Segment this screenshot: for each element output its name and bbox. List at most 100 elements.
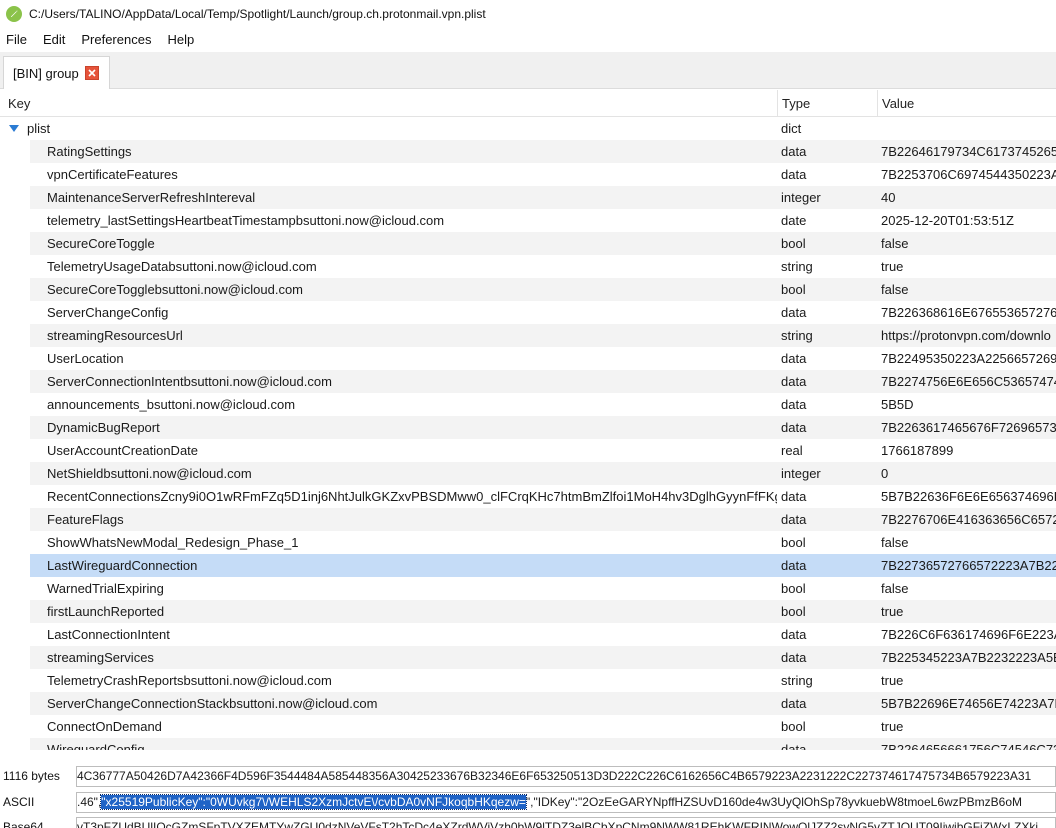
row-type: data	[781, 489, 807, 504]
table-row[interactable]: ConnectOnDemand bool true	[0, 715, 1056, 738]
row-key: RatingSettings	[47, 144, 132, 159]
row-value: 2025-12-20T01:53:51Z	[881, 213, 1014, 228]
menu-edit[interactable]: Edit	[43, 32, 65, 47]
table-row[interactable]: UserLocation data 7B22495350223A2256657269…	[0, 347, 1056, 370]
row-key: firstLaunchReported	[47, 604, 165, 619]
row-key: LastConnectionIntent	[47, 627, 170, 642]
root-key: plist	[27, 121, 51, 136]
base64-label: Base64	[3, 820, 44, 828]
row-type: data	[781, 512, 807, 527]
row-value: true	[881, 259, 904, 274]
table-row[interactable]: UserAccountCreationDate real 1766187899	[0, 439, 1056, 462]
row-value: true	[881, 719, 904, 734]
row-key: WarnedTrialExpiring	[47, 581, 164, 596]
table-row[interactable]: RatingSettings data 7B22646179734C61737452…	[0, 140, 1056, 163]
table-row[interactable]: SecureCoreToggle bool false	[0, 232, 1056, 255]
row-type: data	[781, 742, 807, 750]
table-row[interactable]: LastWireguardConnection data 7B22736572766…	[0, 554, 1056, 577]
table-row[interactable]: ServerChangeConfig data 7B226368616E676553…	[0, 301, 1056, 324]
table-row[interactable]: DynamicBugReport data 7B2263617465676F7269…	[0, 416, 1056, 439]
row-value: 7B2264656661756C74546C735	[881, 742, 1056, 750]
plist-tree-table: Key Type Value plist dict RatingSettings…	[0, 90, 1056, 750]
table-row[interactable]: ServerChangeConnectionStackbsuttoni.now@…	[0, 692, 1056, 715]
column-header-key[interactable]: Key	[0, 90, 777, 117]
menu-preferences[interactable]: Preferences	[81, 32, 151, 47]
row-type: data	[781, 420, 807, 435]
row-value: 7B22736572766572223A7B22	[881, 558, 1056, 573]
row-key: WireguardConfig	[47, 742, 145, 750]
table-row[interactable]: streamingResourcesUrl string https://proto…	[0, 324, 1056, 347]
table-row[interactable]: telemetry_lastSettingsHeartbeatTimestamp…	[0, 209, 1056, 232]
row-type: string	[781, 673, 813, 688]
menu-help[interactable]: Help	[167, 32, 194, 47]
row-type: data	[781, 627, 807, 642]
table-row[interactable]: NetShieldbsuttoni.now@icloud.com integer 0	[0, 462, 1056, 485]
hex-text: 4C36777A50426D7A42366F4D596F3544484A5854…	[77, 769, 1032, 783]
row-value: 40	[881, 190, 896, 205]
row-value: 5B7B22696E74656E74223A7B2	[881, 696, 1056, 711]
window-title: C:/Users/TALINO/AppData/Local/Temp/Spotl…	[29, 6, 486, 21]
size-label: 1116 bytes	[3, 769, 60, 783]
table-row[interactable]: streamingServices data 7B225345223A7B22322…	[0, 646, 1056, 669]
ascii-text-after: ","IDKey":"2OzEeGARYNpffHZSUvD160de4w3Uy…	[525, 795, 1023, 809]
menu-bar: File Edit Preferences Help	[0, 28, 1056, 50]
ascii-field[interactable]: .46","x25519PublicKey":"0WUvkg7\/WEHLS2X…	[76, 792, 1056, 813]
row-key: LastWireguardConnection	[47, 558, 198, 573]
base64-text: vT3pFZUdBUlIQcGZmSFpTVXZEMTYwZGU0dzNVeVF…	[77, 820, 1039, 828]
table-row[interactable]: SecureCoreTogglebsuttoni.now@icloud.com b…	[0, 278, 1056, 301]
tab-label: [BIN] group	[13, 65, 79, 81]
row-value: 7B22646179734C61737452657	[881, 144, 1056, 159]
column-header-type[interactable]: Type	[777, 90, 877, 117]
row-key: NetShieldbsuttoni.now@icloud.com	[47, 466, 252, 481]
row-key: announcements_bsuttoni.now@icloud.com	[47, 397, 296, 412]
row-value: 5B5D	[881, 397, 914, 412]
column-header-value[interactable]: Value	[877, 90, 1056, 117]
app-logo-icon	[6, 5, 22, 22]
table-row[interactable]: FeatureFlags data 7B2276706E416363656C6572…	[0, 508, 1056, 531]
base64-field[interactable]: vT3pFZUdBUlIQcGZmSFpTVXZEMTYwZGU0dzNVeVF…	[76, 817, 1056, 828]
menu-file[interactable]: File	[6, 32, 27, 47]
table-row[interactable]: ServerConnectionIntentbsuttoni.now@iclou…	[0, 370, 1056, 393]
row-type: string	[781, 259, 813, 274]
row-type: bool	[781, 236, 806, 251]
table-row[interactable]: announcements_bsuttoni.now@icloud.com dat…	[0, 393, 1056, 416]
ascii-label: ASCII	[3, 795, 35, 809]
table-row[interactable]: LastConnectionIntent data 7B226C6F63617469…	[0, 623, 1056, 646]
ascii-row: ASCII .46","x25519PublicKey":"0WUvkg7\/W…	[0, 791, 1056, 813]
row-key: vpnCertificateFeatures	[47, 167, 178, 182]
table-row[interactable]: firstLaunchReported bool true	[0, 600, 1056, 623]
table-row[interactable]: TelemetryCrashReportsbsuttoni.now@icloud…	[0, 669, 1056, 692]
close-icon[interactable]	[84, 66, 99, 80]
row-value: 7B226368616E6765536572766	[881, 305, 1056, 320]
base64-row: Base64 vT3pFZUdBUlIQcGZmSFpTVXZEMTYwZGU0…	[0, 816, 1056, 828]
hex-row: 1116 bytes 4C36777A50426D7A42366F4D596F3…	[0, 765, 1056, 787]
row-value: 7B2274756E6E656C536574746	[881, 374, 1056, 389]
table-row[interactable]: MaintenanceServerRefreshIntereval integer…	[0, 186, 1056, 209]
table-row[interactable]: ShowWhatsNewModal_Redesign_Phase_1 bool fa…	[0, 531, 1056, 554]
row-value: 7B225345223A7B2232223A5B7	[881, 650, 1056, 665]
row-type: string	[781, 328, 813, 343]
row-key: ServerConnectionIntentbsuttoni.now@iclou…	[47, 374, 332, 389]
row-key: DynamicBugReport	[47, 420, 160, 435]
tab-bar: [BIN] group	[0, 52, 1056, 89]
row-key: ServerChangeConnectionStackbsuttoni.now@…	[47, 696, 378, 711]
tree-root-row[interactable]: plist dict	[0, 117, 1056, 140]
row-type: data	[781, 305, 807, 320]
hex-field[interactable]: 4C36777A50426D7A42366F4D596F3544484A5854…	[76, 766, 1056, 787]
row-type: integer	[781, 466, 821, 481]
row-key: MaintenanceServerRefreshIntereval	[47, 190, 256, 205]
ascii-text-before: .46",	[77, 795, 102, 809]
row-key: TelemetryUsageDatabsuttoni.now@icloud.co…	[47, 259, 317, 274]
table-row[interactable]: WarnedTrialExpiring bool false	[0, 577, 1056, 600]
ascii-selected-text: "x25519PublicKey":"0WUvkg7\/WEHLS2XzmJct…	[100, 794, 527, 810]
row-value: true	[881, 673, 904, 688]
table-row[interactable]: TelemetryUsageDatabsuttoni.now@icloud.co…	[0, 255, 1056, 278]
row-value: true	[881, 604, 904, 619]
row-key: UserLocation	[47, 351, 124, 366]
tab-group[interactable]: [BIN] group	[3, 56, 110, 89]
row-value: 7B226C6F636174696F6E223A7	[881, 627, 1056, 642]
table-row[interactable]: RecentConnectionsZcny9i0O1wRFmFZq5D1inj6…	[0, 485, 1056, 508]
table-row[interactable]: WireguardConfig data 7B2264656661756C74546…	[0, 738, 1056, 750]
row-value: 1766187899	[881, 443, 954, 458]
table-row[interactable]: vpnCertificateFeatures data 7B2253706C6974…	[0, 163, 1056, 186]
